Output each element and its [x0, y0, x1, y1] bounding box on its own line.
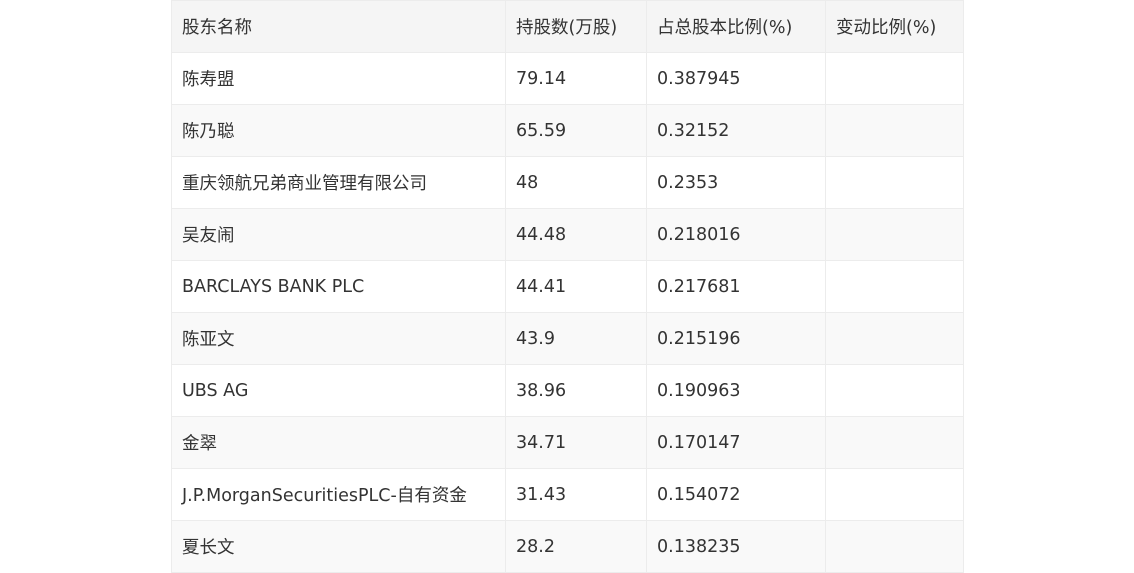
table-row: BARCLAYS BANK PLC 44.41 0.217681 [171, 260, 964, 313]
cell-shares-held: 43.9 [505, 312, 647, 365]
header-row: 股东名称 持股数(万股) 占总股本比例(%) 变动比例(%) [171, 0, 964, 53]
cell-shareholder-name: 夏长文 [171, 520, 506, 573]
cell-shareholder-name: 吴友闹 [171, 208, 506, 261]
cell-shareholder-name: J.P.MorganSecuritiesPLC-自有资金 [171, 468, 506, 521]
cell-shares-held: 44.48 [505, 208, 647, 261]
table-body: 陈寿盟 79.14 0.387945 陈乃聪 65.59 0.32152 重庆领… [171, 52, 964, 573]
table-row: UBS AG 38.96 0.190963 [171, 364, 964, 417]
table-row: 陈寿盟 79.14 0.387945 [171, 52, 964, 105]
cell-change-ratio [825, 312, 964, 365]
cell-shareholder-name: 陈亚文 [171, 312, 506, 365]
table-row: 陈乃聪 65.59 0.32152 [171, 104, 964, 157]
cell-share-ratio: 0.387945 [646, 52, 826, 105]
table-header: 股东名称 持股数(万股) 占总股本比例(%) 变动比例(%) [171, 0, 964, 53]
cell-change-ratio [825, 52, 964, 105]
table-row: 夏长文 28.2 0.138235 [171, 520, 964, 573]
cell-change-ratio [825, 520, 964, 573]
cell-shares-held: 79.14 [505, 52, 647, 105]
cell-shares-held: 38.96 [505, 364, 647, 417]
table-row: 重庆领航兄弟商业管理有限公司 48 0.2353 [171, 156, 964, 209]
cell-shareholder-name: UBS AG [171, 364, 506, 417]
header-change-ratio: 变动比例(%) [825, 0, 964, 53]
cell-shareholder-name: BARCLAYS BANK PLC [171, 260, 506, 313]
cell-shares-held: 44.41 [505, 260, 647, 313]
cell-change-ratio [825, 468, 964, 521]
cell-change-ratio [825, 208, 964, 261]
table-row: 陈亚文 43.9 0.215196 [171, 312, 964, 365]
cell-share-ratio: 0.138235 [646, 520, 826, 573]
cell-share-ratio: 0.32152 [646, 104, 826, 157]
shareholders-table: 股东名称 持股数(万股) 占总股本比例(%) 变动比例(%) 陈寿盟 79.14… [171, 0, 964, 573]
cell-shareholder-name: 陈乃聪 [171, 104, 506, 157]
cell-shares-held: 48 [505, 156, 647, 209]
cell-share-ratio: 0.217681 [646, 260, 826, 313]
cell-shares-held: 34.71 [505, 416, 647, 469]
cell-change-ratio [825, 416, 964, 469]
cell-shareholder-name: 金翠 [171, 416, 506, 469]
cell-change-ratio [825, 364, 964, 417]
cell-change-ratio [825, 104, 964, 157]
table-row: J.P.MorganSecuritiesPLC-自有资金 31.43 0.154… [171, 468, 964, 521]
header-shareholder-name: 股东名称 [171, 0, 506, 53]
cell-share-ratio: 0.154072 [646, 468, 826, 521]
cell-change-ratio [825, 260, 964, 313]
cell-change-ratio [825, 156, 964, 209]
cell-shareholder-name: 重庆领航兄弟商业管理有限公司 [171, 156, 506, 209]
header-shares-held: 持股数(万股) [505, 0, 647, 53]
cell-shares-held: 65.59 [505, 104, 647, 157]
cell-share-ratio: 0.218016 [646, 208, 826, 261]
table-row: 金翠 34.71 0.170147 [171, 416, 964, 469]
cell-shareholder-name: 陈寿盟 [171, 52, 506, 105]
cell-share-ratio: 0.170147 [646, 416, 826, 469]
header-share-ratio: 占总股本比例(%) [646, 0, 826, 53]
cell-shares-held: 28.2 [505, 520, 647, 573]
cell-share-ratio: 0.2353 [646, 156, 826, 209]
cell-shares-held: 31.43 [505, 468, 647, 521]
table-row: 吴友闹 44.48 0.218016 [171, 208, 964, 261]
cell-share-ratio: 0.215196 [646, 312, 826, 365]
cell-share-ratio: 0.190963 [646, 364, 826, 417]
